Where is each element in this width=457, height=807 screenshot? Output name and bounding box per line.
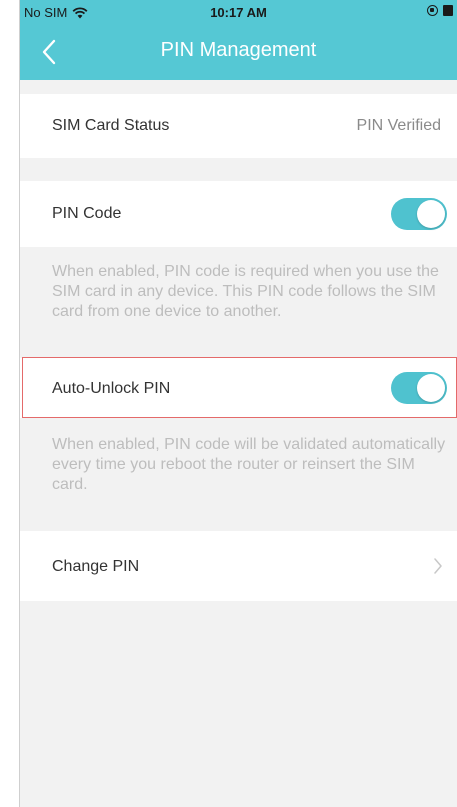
toggle-knob (417, 374, 445, 402)
auto-unlock-description: When enabled, PIN code will be validated… (52, 436, 446, 493)
sim-status-row: SIM Card Status PIN Verified (20, 94, 457, 158)
pin-code-description: When enabled, PIN code is required when … (52, 263, 439, 320)
left-edge-strip (0, 0, 20, 807)
change-pin-row[interactable]: Change PIN (20, 531, 457, 601)
sim-status-value: PIN Verified (356, 117, 441, 134)
battery-icon (443, 5, 453, 16)
orientation-lock-icon (427, 5, 438, 16)
pin-code-toggle[interactable] (391, 198, 447, 230)
auto-unlock-toggle[interactable] (391, 372, 447, 404)
chevron-right-icon (434, 558, 442, 574)
page-title: PIN Management (160, 39, 317, 61)
toggle-knob (417, 200, 445, 228)
auto-unlock-label: Auto-Unlock PIN (52, 380, 171, 397)
auto-unlock-row: Auto-Unlock PIN (20, 358, 457, 418)
status-time: 10:17 AM (210, 5, 267, 20)
phone-screen: No SIM 10:17 AM PIN Management SIM Card … (20, 0, 457, 807)
change-pin-label: Change PIN (52, 558, 140, 575)
sim-status-label: SIM Card Status (52, 117, 170, 134)
pin-code-row: PIN Code (20, 181, 457, 247)
navigation-bar: PIN Management (20, 24, 457, 80)
pin-code-label: PIN Code (52, 205, 122, 222)
status-bar: No SIM 10:17 AM (20, 0, 457, 24)
